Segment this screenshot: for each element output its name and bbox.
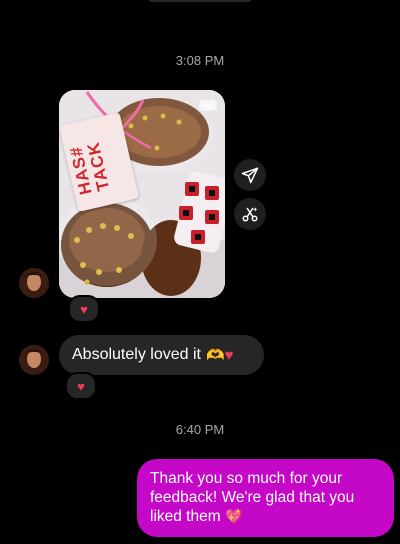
contact-avatar[interactable] [19,268,49,298]
profile-photo [19,345,49,375]
message-text: Absolutely loved it [72,346,201,363]
remix-button[interactable] [234,198,266,230]
previous-message-edge [148,0,252,2]
incoming-message[interactable]: Absolutely loved it 🫶♥ [59,335,264,375]
photo-tag-text: HAS# TACK [66,139,114,197]
hd-badge: HD [199,100,217,111]
message-text: Thank you so much for your feedback! We'… [150,470,355,525]
send-icon [241,167,259,184]
heart-hands-emoji: 🫶♥ [205,347,234,364]
sparkling-heart-emoji: 💖 [224,508,243,524]
scissors-sparkle-icon [242,207,258,222]
photo-message[interactable]: HAS# TACK HD [59,90,225,298]
share-button[interactable] [234,159,266,191]
contact-avatar[interactable] [19,345,49,375]
heart-reaction[interactable]: ♥ [65,372,97,400]
profile-photo [19,268,49,298]
outgoing-message[interactable]: Thank you so much for your feedback! We'… [137,459,394,537]
timestamp: 3:08 PM [175,53,225,68]
timestamp: 6:40 PM [175,422,225,437]
heart-reaction[interactable]: ♥ [68,295,100,323]
